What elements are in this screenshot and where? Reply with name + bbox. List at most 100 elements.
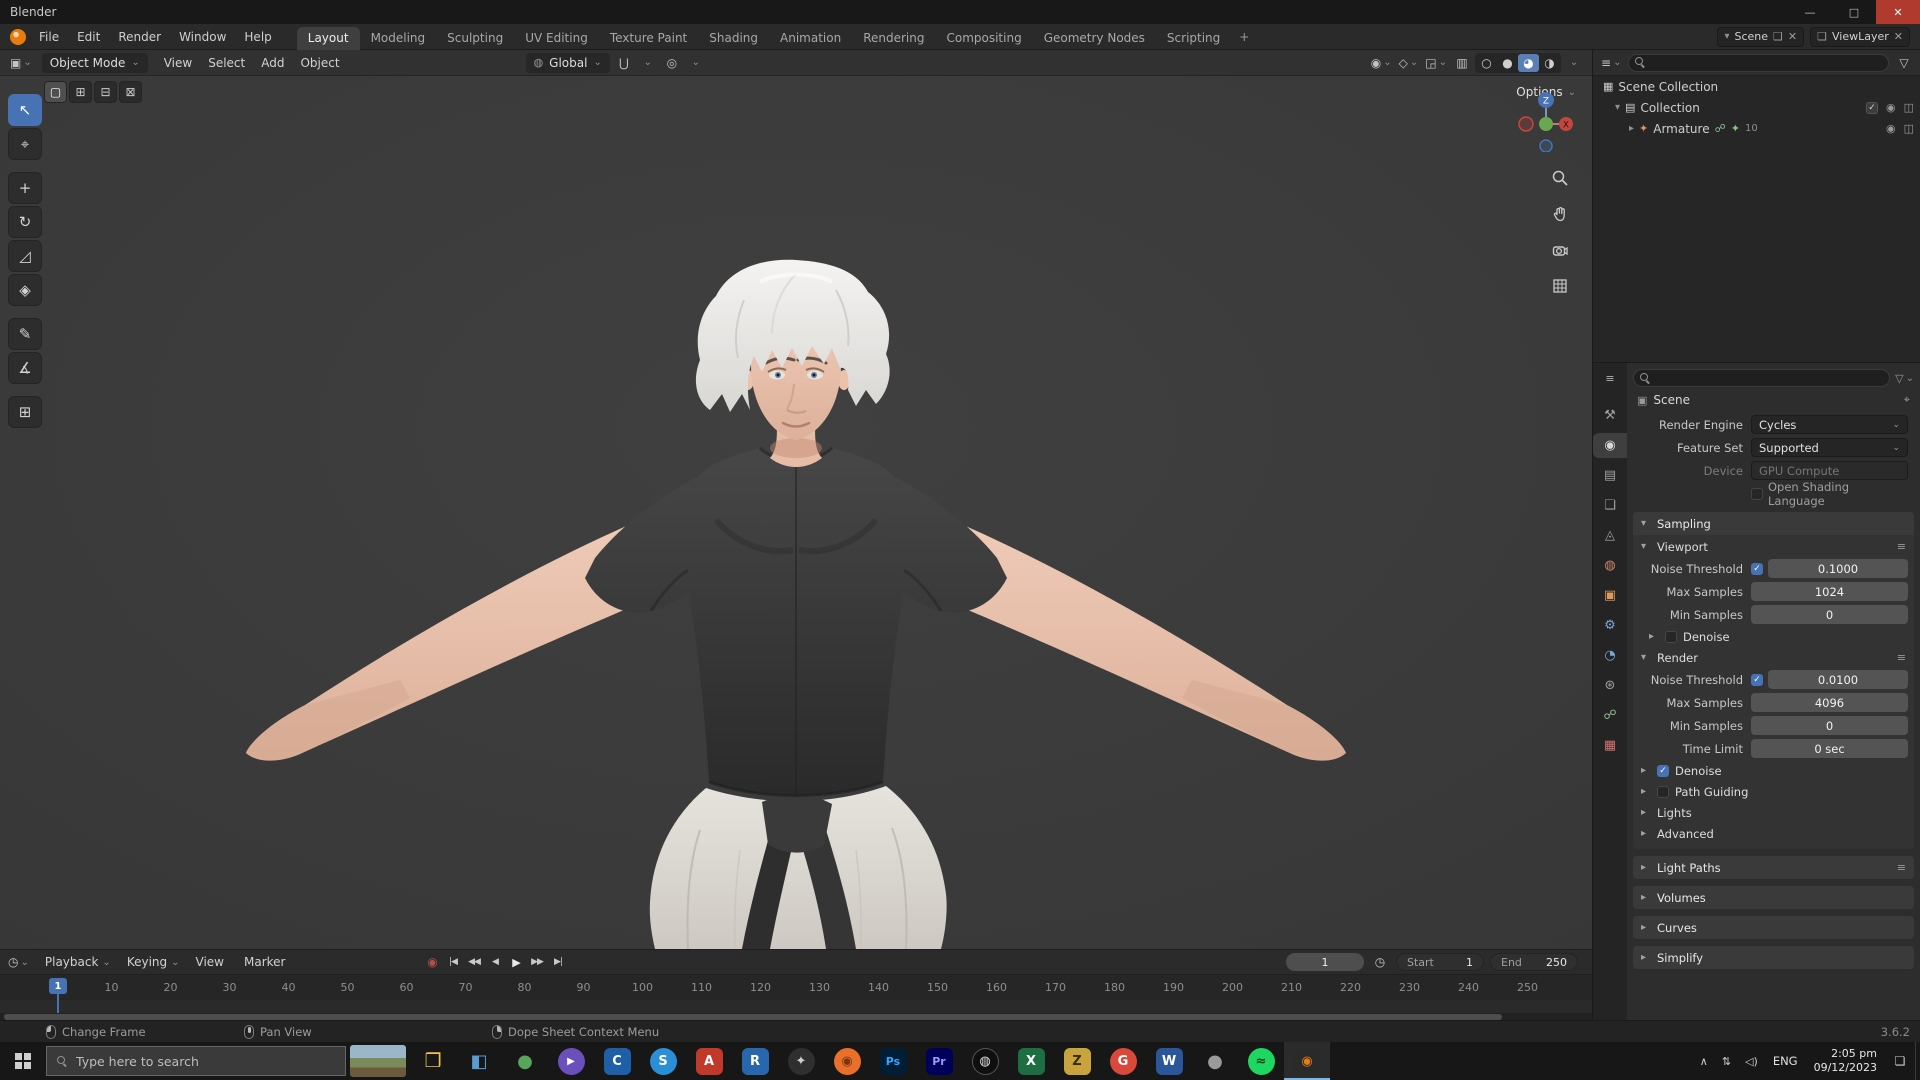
menubar-menu[interactable]: File: [30, 27, 68, 47]
select-mode-button[interactable]: ⊟: [94, 81, 117, 103]
playhead[interactable]: 1: [49, 978, 67, 994]
workspace-tab[interactable]: Compositing: [935, 27, 1032, 50]
editor-type-button[interactable]: ▣ ⌄: [8, 53, 34, 73]
network-icon[interactable]: ⇅: [1715, 1055, 1738, 1068]
noise-threshold-checkbox[interactable]: ✓: [1751, 673, 1763, 686]
workspace-tab[interactable]: Rendering: [852, 27, 935, 50]
tab-tool[interactable]: ⚒: [1593, 403, 1627, 428]
render-noise-threshold-field[interactable]: 0.0100: [1768, 670, 1908, 689]
pan-hand-icon[interactable]: [1548, 202, 1572, 226]
sampling-viewport-header[interactable]: ▾ Viewport ≡: [1633, 536, 1914, 557]
timeline-ruler-area[interactable]: 10 20 30 40 50 60 70 80 90 100 110 120 130 140 150 160 1…: [0, 974, 1592, 1021]
use-preview-range-icon[interactable]: ◷: [1370, 952, 1390, 972]
collection-checkbox[interactable]: ✓: [1865, 101, 1878, 114]
viewport-noise-threshold-field[interactable]: 0.1000: [1768, 559, 1908, 578]
hide-eye-icon[interactable]: ◉: [1886, 122, 1896, 135]
visibility-dropdown[interactable]: ◉ ⌄: [1369, 53, 1394, 73]
shading-solid-button[interactable]: ●: [1497, 54, 1518, 72]
current-frame-field[interactable]: 1: [1286, 953, 1364, 971]
rotate-tool[interactable]: ↻: [8, 206, 42, 238]
menubar-menu[interactable]: Edit: [68, 27, 109, 47]
tab-material[interactable]: ▦: [1593, 733, 1627, 758]
feature-set-dropdown[interactable]: Supported ⌄: [1751, 438, 1908, 457]
auto-key-record-button[interactable]: ◉: [423, 953, 441, 971]
workspace-tab[interactable]: Scripting: [1156, 27, 1231, 50]
language-indicator[interactable]: ENG: [1765, 1054, 1806, 1068]
timeline-menu[interactable]: Playback ⌄: [37, 952, 119, 972]
tab-scene[interactable]: ◬: [1593, 523, 1627, 548]
overlays-dropdown[interactable]: ◲ ⌄: [1423, 53, 1449, 73]
proportional-edit-dropdown[interactable]: ⌄: [686, 53, 706, 73]
cursor-tool[interactable]: ⌖: [8, 128, 42, 160]
hidden-icons-chevron[interactable]: ∧: [1693, 1055, 1715, 1068]
path-guiding-header[interactable]: ▸ Path Guiding: [1633, 781, 1914, 802]
jump-to-end-button[interactable]: ▶|: [548, 953, 567, 971]
select-mode-button[interactable]: ⊠: [119, 81, 142, 103]
transform-tool[interactable]: ◈: [8, 274, 42, 306]
volume-icon[interactable]: ◁): [1738, 1055, 1765, 1068]
jump-to-start-button[interactable]: |◀: [443, 953, 462, 971]
viewport-menu[interactable]: Add: [253, 53, 292, 73]
render-engine-dropdown[interactable]: Cycles ⌄: [1751, 415, 1908, 434]
outliner-filter-icon[interactable]: ▽: [1894, 53, 1914, 73]
tab-object-data[interactable]: ☍: [1593, 703, 1627, 728]
camera-view-icon[interactable]: [1548, 238, 1572, 262]
timeline-ruler[interactable]: 10 20 30 40 50 60 70 80 90 100 110 120 130 140 150 160 1…: [0, 974, 1592, 1000]
taskbar-search[interactable]: [46, 1046, 346, 1076]
viewport-max-samples-field[interactable]: 1024: [1751, 582, 1908, 601]
outliner-row-armature[interactable]: ▸ ✦ Armature ☍ ✦ 10 ◉ ◫: [1593, 118, 1920, 139]
workspace-tab[interactable]: Layout: [296, 26, 360, 50]
sampling-panel-header[interactable]: ▾ Sampling: [1633, 512, 1914, 535]
denoise-header[interactable]: ▸ ✓ Denoise: [1633, 760, 1914, 781]
light-paths-panel-header[interactable]: ▸ Light Paths ≡: [1633, 856, 1914, 879]
scale-tool[interactable]: ◿: [8, 240, 42, 272]
presets-menu-icon[interactable]: ≡: [1897, 651, 1906, 664]
timeline-editor-type-button[interactable]: ◷ ⌄: [6, 952, 31, 972]
workspace-tab[interactable]: Geometry Nodes: [1033, 27, 1156, 50]
add-cube-tool[interactable]: ⊞: [8, 396, 42, 428]
move-tool[interactable]: +: [8, 172, 42, 204]
properties-search-input[interactable]: [1633, 369, 1891, 387]
remove-viewlayer-icon[interactable]: ✕: [1894, 30, 1903, 43]
volumes-panel-header[interactable]: ▸ Volumes: [1633, 886, 1914, 909]
outliner-editor-type-button[interactable]: ≡ ⌄: [1599, 53, 1623, 73]
play-reverse-button[interactable]: ◀: [485, 953, 504, 971]
tab-modifiers[interactable]: ⚙: [1593, 613, 1627, 638]
viewport-menu[interactable]: Select: [200, 53, 253, 73]
simplify-panel-header[interactable]: ▸ Simplify: [1633, 946, 1914, 969]
outliner-row-collection[interactable]: ▾ ▤ Collection ✓ ◉ ◫: [1593, 97, 1920, 118]
browse-scene-icon[interactable]: ▾: [1724, 31, 1729, 42]
lights-header[interactable]: ▸ Lights: [1633, 802, 1914, 823]
select-mode-button[interactable]: ⊞: [69, 81, 92, 103]
prev-keyframe-button[interactable]: ◀◀: [464, 953, 483, 971]
navigation-gizmo[interactable]: Z X: [1514, 88, 1578, 152]
outliner-search-input[interactable]: [1628, 53, 1889, 72]
blender-logo-icon[interactable]: [10, 28, 26, 45]
workspace-tab[interactable]: UV Editing: [514, 27, 599, 50]
render-camera-icon[interactable]: ◫: [1904, 122, 1914, 135]
disclosure-icon[interactable]: ▾: [1615, 102, 1620, 113]
orientation-dropdown[interactable]: ◍ Global ⌄: [525, 52, 610, 73]
add-workspace-button[interactable]: +: [1231, 27, 1257, 47]
presets-menu-icon[interactable]: ≡: [1897, 861, 1906, 874]
play-button[interactable]: ▶: [506, 953, 525, 971]
notification-center-icon[interactable]: ❏: [1885, 1042, 1915, 1080]
curves-panel-header[interactable]: ▸ Curves: [1633, 916, 1914, 939]
search-input[interactable]: [76, 1053, 335, 1069]
new-scene-icon[interactable]: ❏: [1773, 30, 1783, 43]
viewport-denoise-checkbox[interactable]: [1665, 630, 1677, 643]
device-dropdown[interactable]: GPU Compute: [1751, 461, 1908, 480]
clock[interactable]: 2:05 pm 09/12/2023: [1806, 1047, 1885, 1076]
properties-editor-type-button[interactable]: ≡: [1597, 367, 1623, 389]
advanced-header[interactable]: ▸ Advanced: [1633, 823, 1914, 844]
scene-selector[interactable]: ▾ Scene ❏ ✕: [1717, 26, 1805, 47]
snap-dropdown[interactable]: ⌄: [638, 53, 658, 73]
timeline-menu[interactable]: Marker: [236, 952, 297, 972]
hide-eye-icon[interactable]: ◉: [1886, 101, 1896, 114]
sampling-render-header[interactable]: ▾ Render ≡: [1633, 647, 1914, 668]
disclosure-icon[interactable]: ▸: [1629, 123, 1634, 134]
shading-material-button[interactable]: ◕: [1518, 53, 1539, 72]
shading-wireframe-button[interactable]: ○: [1476, 54, 1497, 72]
mode-dropdown[interactable]: Object Mode ⌄: [41, 52, 148, 73]
news-widget-thumbnail[interactable]: [350, 1045, 406, 1077]
